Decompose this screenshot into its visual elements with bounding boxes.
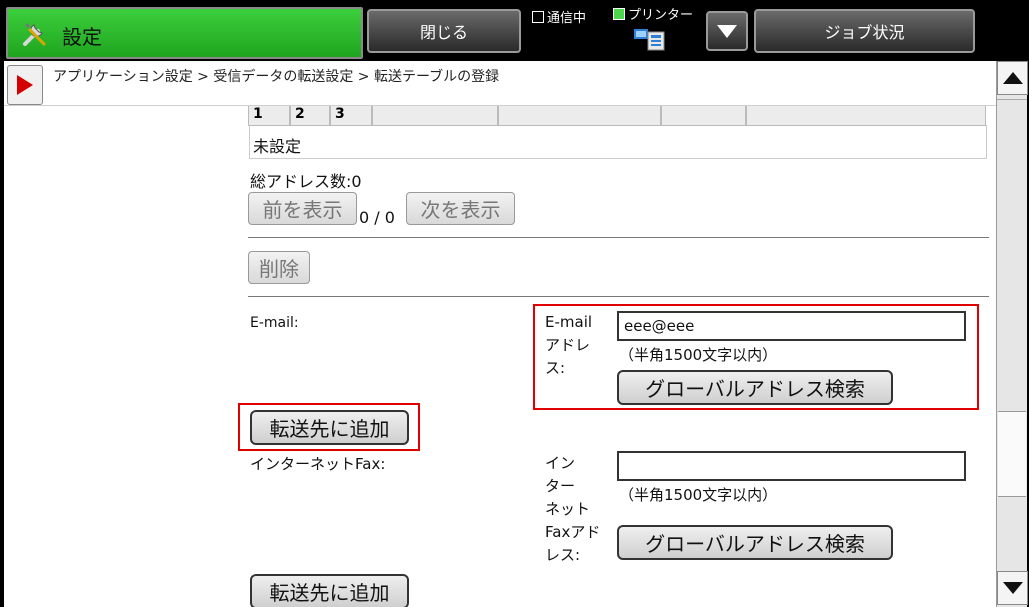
checkbox-icon: [532, 10, 544, 23]
ifax-global-address-search-button[interactable]: グローバルアドレス検索: [617, 525, 893, 560]
job-status-button[interactable]: ジョブ状況: [754, 9, 975, 53]
address-list-box: [249, 125, 987, 159]
scroll-down-button[interactable]: [997, 571, 1028, 605]
status-dropdown-button[interactable]: [706, 11, 748, 51]
email-section-label: E-mail:: [250, 315, 299, 331]
label-line: アドレ: [545, 336, 591, 354]
unset-label: 未設定: [253, 137, 302, 156]
divider: [248, 296, 989, 297]
status-comm-label: 通信中: [547, 11, 587, 26]
email-address-input[interactable]: eee@eee: [617, 311, 966, 341]
email-address-label: E-mail アドレ ス:: [545, 311, 592, 380]
divider: [248, 237, 989, 238]
ifax-address-input[interactable]: [617, 451, 966, 481]
ifax-address-label: イン ター ネット Faxアド レス:: [545, 452, 600, 567]
list-tab[interactable]: [498, 105, 661, 126]
list-tab[interactable]: 1: [248, 105, 290, 126]
checkbox-checked-icon: [613, 7, 625, 20]
email-global-address-search-button[interactable]: グローバルアドレス検索: [617, 370, 893, 405]
mode-title: 設定: [62, 25, 102, 49]
label-line: ネット: [545, 500, 591, 518]
email-add-destination-button[interactable]: 転送先に追加: [250, 410, 409, 445]
page-counter: 0 / 0: [359, 208, 395, 227]
ifax-section-label: インターネットFax:: [250, 455, 386, 473]
close-button[interactable]: 閉じる: [367, 9, 521, 53]
list-tab-strip: 1 2 3: [248, 105, 986, 126]
label-line: レス:: [545, 546, 581, 564]
chevron-down-icon: [717, 24, 737, 38]
play-arrow-icon: [17, 75, 33, 95]
email-hint: （半角1500文字以内）: [619, 346, 778, 364]
label-line: E-mail: [545, 313, 593, 331]
ifax-hint: （半角1500文字以内）: [619, 486, 778, 504]
scroll-up-button[interactable]: [997, 61, 1028, 95]
arrow-down-icon: [1002, 582, 1023, 594]
back-button[interactable]: [7, 65, 43, 105]
status-communicating: 通信中: [532, 7, 586, 26]
label-line: ター: [545, 477, 576, 495]
label-line: イン: [545, 454, 576, 472]
mode-tab-settings[interactable]: 設定: [6, 7, 363, 59]
scroll-track: [997, 99, 1027, 100]
printer-icon: [634, 29, 665, 51]
status-printer-label: プリンター: [628, 8, 694, 23]
prev-page-button[interactable]: 前を表示: [248, 192, 357, 225]
list-tab[interactable]: 3: [330, 105, 372, 126]
arrow-up-icon: [1002, 72, 1023, 84]
delete-button[interactable]: 削除: [248, 251, 310, 284]
label-line: ス:: [545, 359, 566, 377]
scrollbar[interactable]: [996, 61, 1028, 607]
breadcrumb: アプリケーション設定 > 受信データの転送設定 > 転送テーブルの登録: [53, 69, 500, 85]
list-tab[interactable]: 2: [290, 105, 330, 126]
status-printer: プリンター: [613, 4, 693, 23]
content-panel: アプリケーション設定 > 受信データの転送設定 > 転送テーブルの登録 1 2 …: [4, 61, 996, 607]
wrench-screwdriver-icon: [23, 23, 46, 46]
next-page-button[interactable]: 次を表示: [406, 192, 515, 225]
list-tab[interactable]: [661, 105, 746, 126]
list-tab[interactable]: [372, 105, 498, 126]
ifax-add-destination-button[interactable]: 転送先に追加: [250, 574, 409, 607]
total-address-count: 総アドレス数:0: [250, 172, 362, 191]
scroll-thumb[interactable]: [998, 411, 1026, 497]
breadcrumb-bar: アプリケーション設定 > 受信データの転送設定 > 転送テーブルの登録: [4, 61, 996, 106]
label-line: Faxアド: [545, 523, 601, 541]
list-tab[interactable]: [746, 105, 986, 126]
